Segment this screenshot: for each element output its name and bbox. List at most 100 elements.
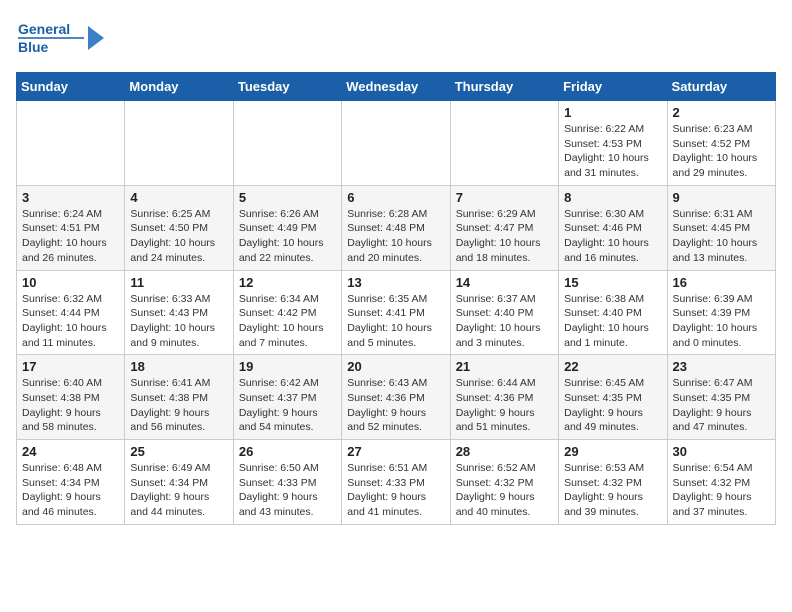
calendar-week-row: 24 Sunrise: 6:48 AM Sunset: 4:34 PM Dayli…	[17, 440, 776, 525]
day-number: 13	[347, 275, 444, 290]
day-number: 16	[673, 275, 770, 290]
calendar-day-cell: 8Sunrise: 6:30 AM Sunset: 4:46 PM Daylig…	[559, 185, 667, 270]
calendar-week-row: 1 Sunrise: 6:22 AM Sunset: 4:53 PM Daylig…	[17, 101, 776, 186]
calendar-day-cell: 29Sunrise: 6:53 AM Sunset: 4:32 PM Dayli…	[559, 440, 667, 525]
calendar-week-row: 17 Sunrise: 6:40 AM Sunset: 4:38 PM Dayli…	[17, 355, 776, 440]
day-number: 12	[239, 275, 336, 290]
day-number: 2	[673, 105, 770, 120]
calendar-day-cell	[342, 101, 450, 186]
day-info: Sunrise: 6:40 AM Sunset: 4:38 PM Dayligh…	[22, 376, 119, 435]
day-number: 20	[347, 359, 444, 374]
day-info: Sunrise: 6:32 AM Sunset: 4:44 PM Dayligh…	[22, 292, 119, 351]
calendar-day-cell: 24 Sunrise: 6:48 AM Sunset: 4:34 PM Dayli…	[17, 440, 125, 525]
calendar-day-cell: 5Sunrise: 6:26 AM Sunset: 4:49 PM Daylig…	[233, 185, 341, 270]
weekday-header: Saturday	[667, 73, 775, 101]
calendar-day-cell: 13Sunrise: 6:35 AM Sunset: 4:41 PM Dayli…	[342, 270, 450, 355]
day-info: Sunrise: 6:43 AM Sunset: 4:36 PM Dayligh…	[347, 376, 444, 435]
calendar-day-cell	[450, 101, 558, 186]
page-header: General Blue	[16, 16, 776, 60]
calendar-day-cell: 6 Sunrise: 6:28 AM Sunset: 4:48 PM Daylig…	[342, 185, 450, 270]
calendar-day-cell: 14 Sunrise: 6:37 AM Sunset: 4:40 PM Dayli…	[450, 270, 558, 355]
day-number: 21	[456, 359, 553, 374]
weekday-header: Tuesday	[233, 73, 341, 101]
day-number: 8	[564, 190, 661, 205]
calendar-day-cell: 3 Sunrise: 6:24 AM Sunset: 4:51 PM Daylig…	[17, 185, 125, 270]
calendar-day-cell: 2 Sunrise: 6:23 AM Sunset: 4:52 PM Daylig…	[667, 101, 775, 186]
weekday-header: Wednesday	[342, 73, 450, 101]
calendar-day-cell: 28 Sunrise: 6:52 AM Sunset: 4:32 PM Dayli…	[450, 440, 558, 525]
day-info: Sunrise: 6:48 AM Sunset: 4:34 PM Dayligh…	[22, 461, 119, 520]
calendar-day-cell	[125, 101, 233, 186]
day-info: Sunrise: 6:50 AM Sunset: 4:33 PM Dayligh…	[239, 461, 336, 520]
day-info: Sunrise: 6:37 AM Sunset: 4:40 PM Dayligh…	[456, 292, 553, 351]
day-info: Sunrise: 6:45 AM Sunset: 4:35 PM Dayligh…	[564, 376, 661, 435]
day-number: 28	[456, 444, 553, 459]
day-number: 29	[564, 444, 661, 459]
day-info: Sunrise: 6:29 AM Sunset: 4:47 PM Dayligh…	[456, 207, 553, 266]
day-info: Sunrise: 6:34 AM Sunset: 4:42 PM Dayligh…	[239, 292, 336, 351]
day-number: 11	[130, 275, 227, 290]
day-number: 3	[22, 190, 119, 205]
day-info: Sunrise: 6:31 AM Sunset: 4:45 PM Dayligh…	[673, 207, 770, 266]
calendar-day-cell: 17 Sunrise: 6:40 AM Sunset: 4:38 PM Dayli…	[17, 355, 125, 440]
calendar-header-row: SundayMondayTuesdayWednesdayThursdayFrid…	[17, 73, 776, 101]
day-info: Sunrise: 6:42 AM Sunset: 4:37 PM Dayligh…	[239, 376, 336, 435]
weekday-header: Thursday	[450, 73, 558, 101]
calendar-day-cell: 7 Sunrise: 6:29 AM Sunset: 4:47 PM Daylig…	[450, 185, 558, 270]
calendar-day-cell: 26 Sunrise: 6:50 AM Sunset: 4:33 PM Dayli…	[233, 440, 341, 525]
day-info: Sunrise: 6:38 AM Sunset: 4:40 PM Dayligh…	[564, 292, 661, 351]
calendar-day-cell: 15 Sunrise: 6:38 AM Sunset: 4:40 PM Dayli…	[559, 270, 667, 355]
day-number: 6	[347, 190, 444, 205]
day-number: 7	[456, 190, 553, 205]
calendar-week-row: 10 Sunrise: 6:32 AM Sunset: 4:44 PM Dayli…	[17, 270, 776, 355]
day-info: Sunrise: 6:22 AM Sunset: 4:53 PM Dayligh…	[564, 122, 661, 181]
calendar-day-cell: 19 Sunrise: 6:42 AM Sunset: 4:37 PM Dayli…	[233, 355, 341, 440]
day-info: Sunrise: 6:54 AM Sunset: 4:32 PM Dayligh…	[673, 461, 770, 520]
day-number: 15	[564, 275, 661, 290]
calendar-day-cell: 30 Sunrise: 6:54 AM Sunset: 4:32 PM Dayli…	[667, 440, 775, 525]
day-number: 30	[673, 444, 770, 459]
calendar-day-cell: 1 Sunrise: 6:22 AM Sunset: 4:53 PM Daylig…	[559, 101, 667, 186]
day-info: Sunrise: 6:51 AM Sunset: 4:33 PM Dayligh…	[347, 461, 444, 520]
day-number: 14	[456, 275, 553, 290]
day-info: Sunrise: 6:33 AM Sunset: 4:43 PM Dayligh…	[130, 292, 227, 351]
day-number: 22	[564, 359, 661, 374]
calendar-day-cell: 27 Sunrise: 6:51 AM Sunset: 4:33 PM Dayli…	[342, 440, 450, 525]
calendar-day-cell: 20 Sunrise: 6:43 AM Sunset: 4:36 PM Dayli…	[342, 355, 450, 440]
calendar-day-cell	[233, 101, 341, 186]
day-number: 1	[564, 105, 661, 120]
day-number: 26	[239, 444, 336, 459]
calendar-day-cell: 18 Sunrise: 6:41 AM Sunset: 4:38 PM Dayli…	[125, 355, 233, 440]
day-number: 24	[22, 444, 119, 459]
day-info: Sunrise: 6:39 AM Sunset: 4:39 PM Dayligh…	[673, 292, 770, 351]
day-number: 10	[22, 275, 119, 290]
day-info: Sunrise: 6:44 AM Sunset: 4:36 PM Dayligh…	[456, 376, 553, 435]
day-info: Sunrise: 6:49 AM Sunset: 4:34 PM Dayligh…	[130, 461, 227, 520]
day-number: 19	[239, 359, 336, 374]
day-number: 27	[347, 444, 444, 459]
logo-svg: General Blue	[16, 16, 106, 60]
svg-text:General: General	[18, 21, 70, 37]
day-number: 17	[22, 359, 119, 374]
day-info: Sunrise: 6:23 AM Sunset: 4:52 PM Dayligh…	[673, 122, 770, 181]
weekday-header: Monday	[125, 73, 233, 101]
day-info: Sunrise: 6:28 AM Sunset: 4:48 PM Dayligh…	[347, 207, 444, 266]
day-number: 18	[130, 359, 227, 374]
weekday-header: Friday	[559, 73, 667, 101]
calendar-table: SundayMondayTuesdayWednesdayThursdayFrid…	[16, 72, 776, 525]
day-info: Sunrise: 6:52 AM Sunset: 4:32 PM Dayligh…	[456, 461, 553, 520]
calendar-day-cell: 10 Sunrise: 6:32 AM Sunset: 4:44 PM Dayli…	[17, 270, 125, 355]
calendar-day-cell: 4Sunrise: 6:25 AM Sunset: 4:50 PM Daylig…	[125, 185, 233, 270]
day-number: 25	[130, 444, 227, 459]
calendar-day-cell: 11 Sunrise: 6:33 AM Sunset: 4:43 PM Dayli…	[125, 270, 233, 355]
day-info: Sunrise: 6:24 AM Sunset: 4:51 PM Dayligh…	[22, 207, 119, 266]
day-number: 9	[673, 190, 770, 205]
day-number: 4	[130, 190, 227, 205]
calendar-day-cell: 21 Sunrise: 6:44 AM Sunset: 4:36 PM Dayli…	[450, 355, 558, 440]
day-number: 23	[673, 359, 770, 374]
day-info: Sunrise: 6:41 AM Sunset: 4:38 PM Dayligh…	[130, 376, 227, 435]
calendar-week-row: 3 Sunrise: 6:24 AM Sunset: 4:51 PM Daylig…	[17, 185, 776, 270]
calendar-day-cell: 12 Sunrise: 6:34 AM Sunset: 4:42 PM Dayli…	[233, 270, 341, 355]
day-info: Sunrise: 6:47 AM Sunset: 4:35 PM Dayligh…	[673, 376, 770, 435]
calendar-day-cell: 25 Sunrise: 6:49 AM Sunset: 4:34 PM Dayli…	[125, 440, 233, 525]
